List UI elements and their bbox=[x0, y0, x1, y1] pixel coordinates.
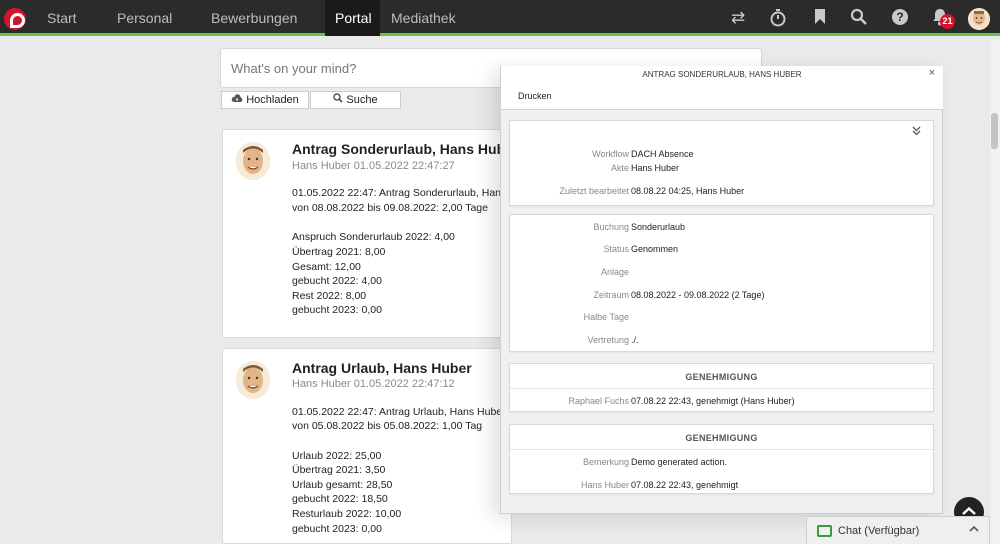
bookmark-icon[interactable] bbox=[810, 8, 830, 28]
section-divider bbox=[510, 388, 933, 389]
approval-panel: GENEHMIGUNG Raphael Fuchs 07.08.22 22:43… bbox=[509, 363, 934, 412]
search-label: Suche bbox=[346, 94, 378, 106]
zeitraum-label: Zeitraum bbox=[593, 290, 629, 300]
svg-text:?: ? bbox=[896, 10, 903, 24]
card-text-line: Urlaub gesamt: 28,50 bbox=[292, 479, 393, 491]
nav-item-bewerbungen[interactable]: Bewerbungen bbox=[201, 0, 307, 36]
workflow-label: Workflow bbox=[592, 149, 629, 159]
status-value: Genommen bbox=[631, 244, 679, 254]
approval-value: 07.08.22 22:43, genehmigt bbox=[631, 480, 739, 490]
workflow-value: DACH Absence bbox=[631, 149, 694, 159]
upload-button[interactable]: Hochladen bbox=[221, 91, 309, 109]
card-text-line: von 08.08.2022 bis 09.08.2022: 2,00 Tage bbox=[292, 202, 488, 214]
notification-count-badge: 21 bbox=[940, 14, 955, 29]
card-text-line: Anspruch Sonderurlaub 2022: 4,00 bbox=[292, 231, 455, 243]
card-text-line: gebucht 2023: 0,00 bbox=[292, 523, 382, 535]
nav-item-personal[interactable]: Personal bbox=[107, 0, 182, 36]
magnifier-icon bbox=[333, 92, 344, 108]
status-label: Status bbox=[603, 244, 629, 254]
upload-label: Hochladen bbox=[246, 94, 299, 106]
approval-panel: GENEHMIGUNG Bemerkung Demo generated act… bbox=[509, 424, 934, 494]
card-title[interactable]: Antrag Sonderurlaub, Hans Huber bbox=[292, 141, 518, 157]
card-text-line: 01.05.2022 22:47: Antrag Sonderurlaub, H… bbox=[292, 187, 507, 199]
card-text-line: von 05.08.2022 bis 05.08.2022: 1,00 Tag bbox=[292, 420, 483, 432]
card-text-line: Übertrag 2021: 8,00 bbox=[292, 246, 386, 258]
feed-card: Antrag Sonderurlaub, Hans Huber Hans Hub… bbox=[222, 129, 518, 338]
remark-value: Demo generated action. bbox=[631, 457, 728, 467]
last-edited-value: 08.08.22 04:25, Hans Huber bbox=[631, 186, 745, 196]
card-title[interactable]: Antrag Urlaub, Hans Huber bbox=[292, 360, 472, 376]
chat-bar[interactable]: Chat (Verfügbar) bbox=[806, 516, 990, 544]
card-text-line: gebucht 2023: 0,00 bbox=[292, 304, 382, 316]
card-text-line: gebucht 2022: 18,50 bbox=[292, 493, 388, 505]
workflow-info-panel: Workflow DACH Absence Akte Hans Huber Zu… bbox=[509, 120, 934, 206]
buchung-value: Sonderurlaub bbox=[631, 222, 686, 232]
chevron-up-icon[interactable] bbox=[969, 523, 979, 535]
card-text-line: gebucht 2022: 4,00 bbox=[292, 275, 382, 287]
top-navigation-bar: Start Personal Bewerbungen Portal Mediat… bbox=[0, 0, 1000, 36]
modal-title: ANTRAG SONDERURLAUB, HANS HUBER bbox=[642, 70, 802, 79]
remark-label: Bemerkung bbox=[582, 457, 629, 467]
user-avatar[interactable] bbox=[968, 8, 990, 30]
akte-label: Akte bbox=[610, 163, 629, 173]
feed-card: Antrag Urlaub, Hans Huber Hans Huber 01.… bbox=[222, 348, 512, 544]
akte-value[interactable]: Hans Huber bbox=[631, 163, 679, 173]
card-text-line: Übertrag 2021: 3,50 bbox=[292, 464, 386, 476]
section-divider bbox=[510, 449, 933, 450]
chat-icon bbox=[817, 525, 832, 537]
card-text-line: Resturlaub 2022: 10,00 bbox=[292, 508, 402, 520]
cloud-upload-icon bbox=[231, 92, 243, 108]
search-icon[interactable] bbox=[849, 8, 869, 28]
zeitraum-value: 08.08.2022 - 09.08.2022 (2 Tage) bbox=[631, 290, 765, 300]
nav-item-mediathek[interactable]: Mediathek bbox=[381, 0, 466, 36]
card-text-line: 01.05.2022 22:47: Antrag Urlaub, Hans Hu… bbox=[292, 406, 506, 418]
anlage-label: Anlage bbox=[600, 267, 629, 277]
vertretung-label: Vertretung bbox=[587, 335, 629, 345]
approval-value: 07.08.22 22:43, genehmigt (Hans Huber) bbox=[631, 396, 795, 406]
modal-header: ANTRAG SONDERURLAUB, HANS HUBER × Drucke… bbox=[501, 66, 943, 110]
approval-heading: GENEHMIGUNG bbox=[685, 433, 758, 443]
nav-item-portal[interactable]: Portal bbox=[325, 0, 380, 36]
approval-heading: GENEHMIGUNG bbox=[685, 372, 758, 382]
app-logo-icon[interactable] bbox=[4, 8, 26, 30]
author-avatar[interactable] bbox=[236, 142, 270, 180]
halbe-tage-label: Halbe Tage bbox=[583, 312, 629, 322]
stopwatch-icon[interactable] bbox=[768, 8, 788, 28]
buchung-label: Buchung bbox=[593, 222, 629, 232]
vertretung-value: ./. bbox=[631, 335, 639, 345]
last-edited-label: Zuletzt bearbeitet bbox=[559, 186, 629, 196]
nav-item-start[interactable]: Start bbox=[37, 0, 87, 36]
approver-name: Hans Huber bbox=[580, 480, 629, 490]
chat-status-label: Chat (Verfügbar) bbox=[838, 525, 920, 537]
close-icon[interactable]: × bbox=[929, 67, 935, 79]
scrollbar-thumb[interactable] bbox=[991, 113, 998, 149]
card-meta: Hans Huber 01.05.2022 22:47:12 bbox=[292, 378, 455, 390]
author-avatar[interactable] bbox=[236, 361, 270, 399]
approver-name: Raphael Fuchs bbox=[568, 396, 629, 406]
card-meta: Hans Huber 01.05.2022 22:47:27 bbox=[292, 160, 455, 172]
card-text-line: Rest 2022: 8,00 bbox=[292, 290, 367, 302]
booking-panel: Buchung Sonderurlaub Status Genommen Anl… bbox=[509, 214, 934, 352]
card-text-line: Gesamt: 12,00 bbox=[292, 261, 361, 273]
search-button[interactable]: Suche bbox=[310, 91, 401, 109]
print-button[interactable]: Drucken bbox=[518, 91, 552, 101]
composer-placeholder: What's on your mind? bbox=[231, 61, 357, 76]
switch-icon[interactable]: ⇄ bbox=[728, 8, 748, 28]
help-icon[interactable]: ? bbox=[890, 8, 910, 28]
collapse-chevron-icon[interactable] bbox=[912, 126, 921, 139]
card-text-line: Urlaub 2022: 25,00 bbox=[292, 450, 382, 462]
